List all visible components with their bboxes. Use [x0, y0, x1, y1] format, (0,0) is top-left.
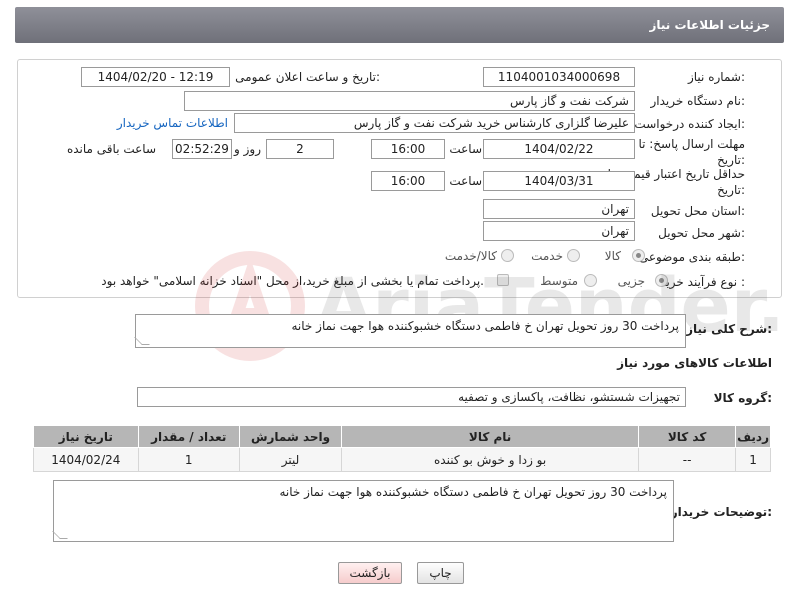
buyer-contact-link[interactable]: اطلاعات تماس خریدار [117, 116, 228, 130]
buyer-org-label: نام دستگاه خریدار: [650, 94, 746, 108]
goods-group-field[interactable]: تجهیزات شستشو، نظافت، پاکسازی و تصفیه [137, 387, 686, 407]
announce-datetime-field[interactable]: 1404/02/20 - 12:19 [81, 67, 230, 87]
deadline-time-label: ساعت [449, 142, 482, 156]
col-unit: واحد شمارش [238, 425, 343, 448]
goods-table-header: ردیف کد کالا نام کالا واحد شمارش تعداد /… [33, 425, 771, 448]
need-number-field[interactable]: 1104001034000698 [483, 67, 635, 87]
validity-date-field[interactable]: 1404/03/31 [483, 171, 635, 191]
treasury-payment-checkbox[interactable] [497, 274, 509, 286]
col-need-date: تاریخ نیاز [33, 425, 139, 448]
process-minor-label: جزیی [617, 274, 645, 288]
category-service-radio[interactable] [567, 249, 580, 262]
col-quantity: تعداد / مقدار [137, 425, 240, 448]
category-goods-radio[interactable] [632, 249, 645, 262]
category-goods-label: کالا [604, 249, 621, 263]
remaining-days-field[interactable]: 2 [266, 139, 334, 159]
cell-row: 1 [735, 447, 771, 472]
page-title: جزئیات اطلاعات نیاز [649, 18, 770, 32]
deadline-date-field[interactable]: 1404/02/22 [483, 139, 635, 159]
col-goods-code: کد کالا [638, 425, 737, 448]
resize-handle-icon[interactable] [134, 337, 150, 345]
goods-group-label: گروه کالا: [713, 391, 772, 405]
category-goods-service-radio[interactable] [501, 249, 514, 262]
resize-handle-icon[interactable] [52, 531, 68, 539]
summary-text: پرداخت 30 روز تحویل تهران خ فاطمی دستگاه… [291, 319, 679, 333]
cell-goods-code: -- [638, 447, 737, 472]
creator-label: ایجاد کننده درخواست: [634, 117, 745, 131]
deadline-time-field[interactable]: 16:00 [371, 139, 445, 159]
announce-label: تاریخ و ساعت اعلان عمومی: [235, 70, 380, 84]
validity-time-field[interactable]: 16:00 [371, 171, 445, 191]
buyer-notes-textarea[interactable]: پرداخت 30 روز تحویل تهران خ فاطمی دستگاه… [52, 480, 674, 542]
validity-time-label: ساعت [449, 174, 482, 188]
remaining-time-field[interactable]: 02:52:29 [172, 139, 232, 159]
province-field[interactable]: تهران [483, 199, 635, 219]
col-goods-name: نام کالا [341, 425, 640, 448]
deadline-label: مهلت ارسال پاسخ: تا تاریخ: [638, 137, 745, 167]
back-button[interactable]: بازگشت [338, 562, 402, 584]
summary-label: شرح کلی نیاز: [686, 322, 772, 336]
creator-field[interactable]: علیرضا گلزاری کارشناس خرید شرکت نفت و گا… [234, 113, 635, 133]
process-type-label: نوع فرآیند خرید : [660, 275, 745, 289]
cell-quantity: 1 [137, 447, 240, 472]
table-row[interactable]: 1 -- بو زدا و خوش بو کننده لیتر 1 1404/0… [33, 447, 771, 472]
summary-textarea[interactable]: پرداخت 30 روز تحویل تهران خ فاطمی دستگاه… [134, 314, 686, 348]
days-label: روز و [234, 142, 261, 156]
city-field[interactable]: تهران [483, 221, 635, 241]
print-button[interactable]: چاپ [417, 562, 464, 584]
goods-table: ردیف کد کالا نام کالا واحد شمارش تعداد /… [33, 425, 771, 472]
cell-need-date: 1404/02/24 [33, 447, 139, 472]
category-service-label: خدمت [531, 249, 563, 263]
process-minor-radio[interactable] [655, 274, 668, 287]
process-medium-radio[interactable] [584, 274, 597, 287]
need-number-label: شماره نیاز: [687, 70, 745, 84]
process-medium-label: متوسط [540, 274, 578, 288]
col-row: ردیف [735, 425, 771, 448]
buyer-notes-label: توضیحات خریدار: [670, 505, 772, 519]
treasury-payment-note: پرداخت تمام یا بخشی از مبلغ خرید،از محل … [101, 274, 484, 288]
province-label: استان محل تحویل: [650, 204, 745, 218]
goods-section-title: اطلاعات کالاهای مورد نیاز [617, 356, 772, 370]
category-label: طبقه بندی موضوعی: [638, 250, 745, 264]
buyer-notes-text: پرداخت 30 روز تحویل تهران خ فاطمی دستگاه… [279, 485, 667, 499]
buyer-org-field[interactable]: شرکت نفت و گاز پارس [184, 91, 635, 111]
city-label: شهر محل تحویل: [658, 226, 745, 240]
panel-header: جزئیات اطلاعات نیاز [15, 7, 784, 43]
category-goods-service-label: کالا/خدمت [444, 249, 497, 263]
cell-goods-name: بو زدا و خوش بو کننده [341, 447, 640, 472]
cell-unit: لیتر [238, 447, 343, 472]
remaining-time-label: ساعت باقی مانده [66, 142, 156, 156]
